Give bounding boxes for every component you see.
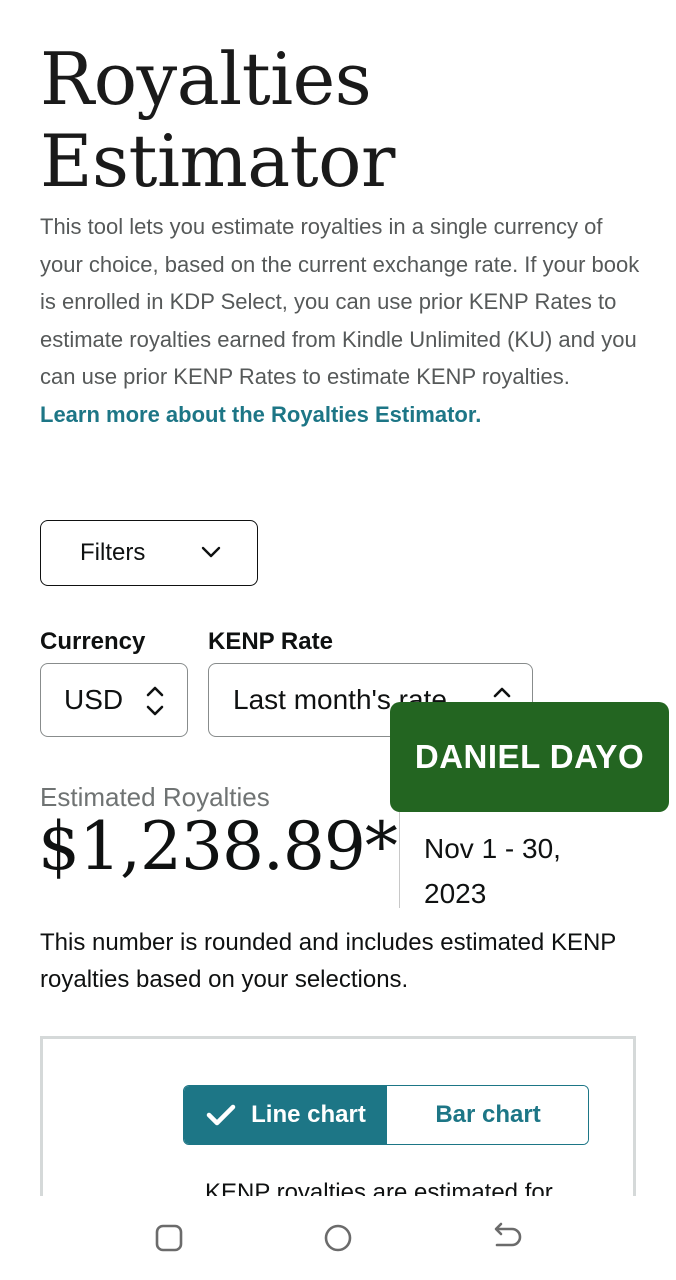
divider	[399, 812, 400, 908]
page-title-line-2: Estimator	[40, 119, 395, 203]
page-title: Royalties Estimator	[40, 38, 640, 202]
currency-value: USD	[64, 684, 124, 715]
back-icon[interactable]	[488, 1220, 524, 1256]
description-text: This tool lets you estimate royalties in…	[40, 214, 640, 389]
filters-label: Filters	[80, 539, 146, 566]
estimated-royalties-amount: $1,238.89*	[38, 808, 398, 885]
learn-more-link[interactable]: Learn more about the Royalties Estimator…	[40, 402, 481, 427]
date-range: Nov 1 - 30, 2023	[424, 833, 561, 909]
line-chart-option[interactable]: Line chart	[184, 1086, 387, 1144]
recent-apps-icon[interactable]	[151, 1220, 187, 1256]
system-nav-bar	[0, 1196, 676, 1280]
chart-note: KENP royalties are estimated for	[205, 1179, 553, 1196]
watermark-badge: DANIEL DAYO	[390, 702, 669, 812]
home-icon[interactable]	[320, 1220, 356, 1256]
chevron-up-icon	[493, 687, 511, 698]
checkmark-icon	[206, 1104, 236, 1126]
description: This tool lets you estimate royalties in…	[40, 208, 640, 433]
chart-type-toggle: Line chart Bar chart	[183, 1085, 589, 1145]
rounding-note: This number is rounded and includes esti…	[40, 929, 616, 993]
currency-label: Currency	[40, 628, 146, 655]
currency-select[interactable]: USD	[40, 663, 188, 737]
watermark-text: DANIEL DAYO	[414, 738, 645, 775]
bar-chart-option[interactable]: Bar chart	[387, 1086, 588, 1144]
chevron-down-icon	[201, 546, 221, 558]
up-down-chevron-icon	[146, 686, 164, 716]
chart-card: Line chart Bar chart KENP royalties are …	[40, 1036, 636, 1196]
bar-chart-label: Bar chart	[435, 1101, 541, 1128]
page-title-line-1: Royalties	[40, 37, 372, 121]
filters-button[interactable]: Filters	[40, 520, 258, 586]
line-chart-label: Line chart	[251, 1101, 366, 1128]
kenp-rate-label: KENP Rate	[208, 628, 333, 655]
